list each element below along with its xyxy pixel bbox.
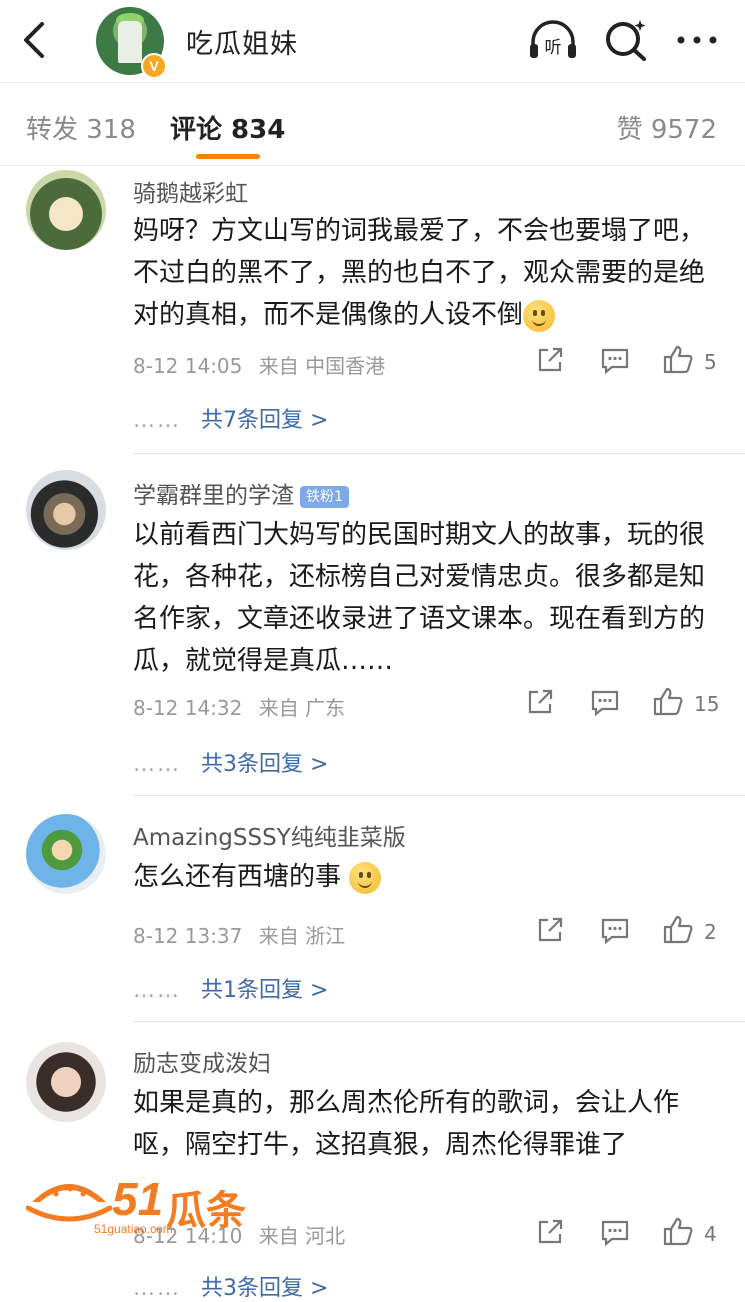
like-count: 15 xyxy=(694,692,720,716)
comment-text: 怎么还有西塘的事 xyxy=(133,856,713,898)
comment-meta: 8-12 14:32 来自 广东 xyxy=(133,692,355,721)
like-icon[interactable] xyxy=(662,344,694,374)
like-count: 2 xyxy=(704,920,717,944)
comment-item: 励志变成泼妇 如果是真的，那么周杰伦所有的歌词，会让人作呕，隔空打牛，这招真狠，… xyxy=(0,1024,745,1301)
share-icon[interactable] xyxy=(536,1218,564,1246)
comment-item: 学霸群里的学渣 铁粉1 以前看西门大妈写的民国时期文人的故事，玩的很花，各种花，还… xyxy=(0,456,745,796)
search-icon[interactable] xyxy=(604,18,648,62)
comment-source: 来自 广东 xyxy=(258,696,346,720)
commenter-avatar[interactable] xyxy=(26,470,106,550)
smile-emoji-icon xyxy=(349,861,382,894)
commenter-avatar[interactable] xyxy=(26,1042,106,1122)
top-bar: V 吃瓜姐妹 听 xyxy=(0,0,745,82)
like-icon[interactable] xyxy=(662,914,694,944)
comment-icon[interactable] xyxy=(600,916,630,944)
comment-text: 以前看西门大妈写的民国时期文人的故事，玩的很花，各种花，还标榜自己对爱情忠贞。很… xyxy=(133,520,706,676)
comment-text: 如果是真的，那么周杰伦所有的歌词，会让人作呕，隔空打牛，这招真狠，周杰伦得罪谁了 xyxy=(133,1088,680,1160)
comment-source: 来自 浙江 xyxy=(258,924,346,948)
like-count: 5 xyxy=(704,350,717,374)
comment-meta: 8-12 14:05 来自 中国香港 xyxy=(133,350,395,379)
like-icon[interactable] xyxy=(662,1216,694,1246)
tab-comment[interactable]: 评论 834 xyxy=(170,109,285,146)
tab-bar: 转发 318 评论 834 赞 9572 xyxy=(0,82,745,166)
comment-source: 来自 中国香港 xyxy=(258,354,386,378)
like-count: 4 xyxy=(704,1222,717,1246)
back-icon[interactable] xyxy=(16,20,52,60)
active-tab-indicator xyxy=(196,154,260,159)
commenter-avatar[interactable] xyxy=(26,170,106,250)
watermark-logo-icon xyxy=(26,1184,112,1222)
comment-icon[interactable] xyxy=(590,688,620,716)
watermark-url: 51guatiao.com xyxy=(94,1222,173,1236)
verified-badge: V xyxy=(141,53,167,79)
commenter-name[interactable]: 骑鹅越彩虹 xyxy=(133,174,248,208)
view-replies-link[interactable]: …… 共3条回复 > xyxy=(133,746,328,778)
commenter-name[interactable]: 励志变成泼妇 xyxy=(133,1044,271,1078)
more-icon[interactable] xyxy=(674,18,720,62)
view-replies-link[interactable]: …… 共1条回复 > xyxy=(133,972,328,1004)
comment-item: 骑鹅越彩虹 妈呀？方文山写的词我最爱了，不会也要塌了吧，不过白的黑不了，黑的也白… xyxy=(0,164,745,454)
comment-time: 8-12 14:05 xyxy=(133,354,243,378)
view-replies-link[interactable]: …… 共7条回复 > xyxy=(133,402,328,434)
commenter-avatar[interactable] xyxy=(26,814,106,894)
emoji-666-icon xyxy=(523,299,556,332)
comment-icon[interactable] xyxy=(600,1218,630,1246)
divider xyxy=(133,453,745,454)
comment-meta: 8-12 13:37 来自 浙江 xyxy=(133,920,355,949)
comment-time: 8-12 13:37 xyxy=(133,924,243,948)
listen-icon[interactable]: 听 xyxy=(527,18,579,62)
tab-repost[interactable]: 转发 318 xyxy=(26,109,136,146)
share-icon[interactable] xyxy=(536,346,564,374)
comment-icon[interactable] xyxy=(600,346,630,374)
site-watermark: 51 瓜条 51guatiao.com xyxy=(26,1168,258,1236)
like-icon[interactable] xyxy=(652,686,684,716)
share-icon[interactable] xyxy=(536,916,564,944)
divider xyxy=(133,1021,745,1022)
tab-likes[interactable]: 赞 9572 xyxy=(617,109,717,146)
comment-text: 妈呀？方文山写的词我最爱了，不会也要塌了吧，不过白的黑不了，黑的也白不了，观众需… xyxy=(133,216,706,332)
view-replies-link[interactable]: …… 共3条回复 > xyxy=(133,1270,328,1302)
watermark-text: 瓜条 xyxy=(166,1188,246,1234)
comment-source: 来自 河北 xyxy=(258,1224,346,1248)
fan-badge: 铁粉1 xyxy=(300,485,349,508)
commenter-name[interactable]: 学霸群里的学渣 铁粉1 xyxy=(133,476,349,510)
listen-label: 听 xyxy=(545,38,562,58)
page-title[interactable]: 吃瓜姐妹 xyxy=(186,22,298,61)
share-icon[interactable] xyxy=(526,688,554,716)
watermark-number: 51 xyxy=(112,1173,164,1225)
comment-item: AmazingSSSY纯纯韭菜版 怎么还有西塘的事 8-12 13:37 来自 … xyxy=(0,798,745,1022)
divider xyxy=(133,795,745,796)
comment-time: 8-12 14:32 xyxy=(133,696,243,720)
commenter-name[interactable]: AmazingSSSY纯纯韭菜版 xyxy=(133,818,406,852)
